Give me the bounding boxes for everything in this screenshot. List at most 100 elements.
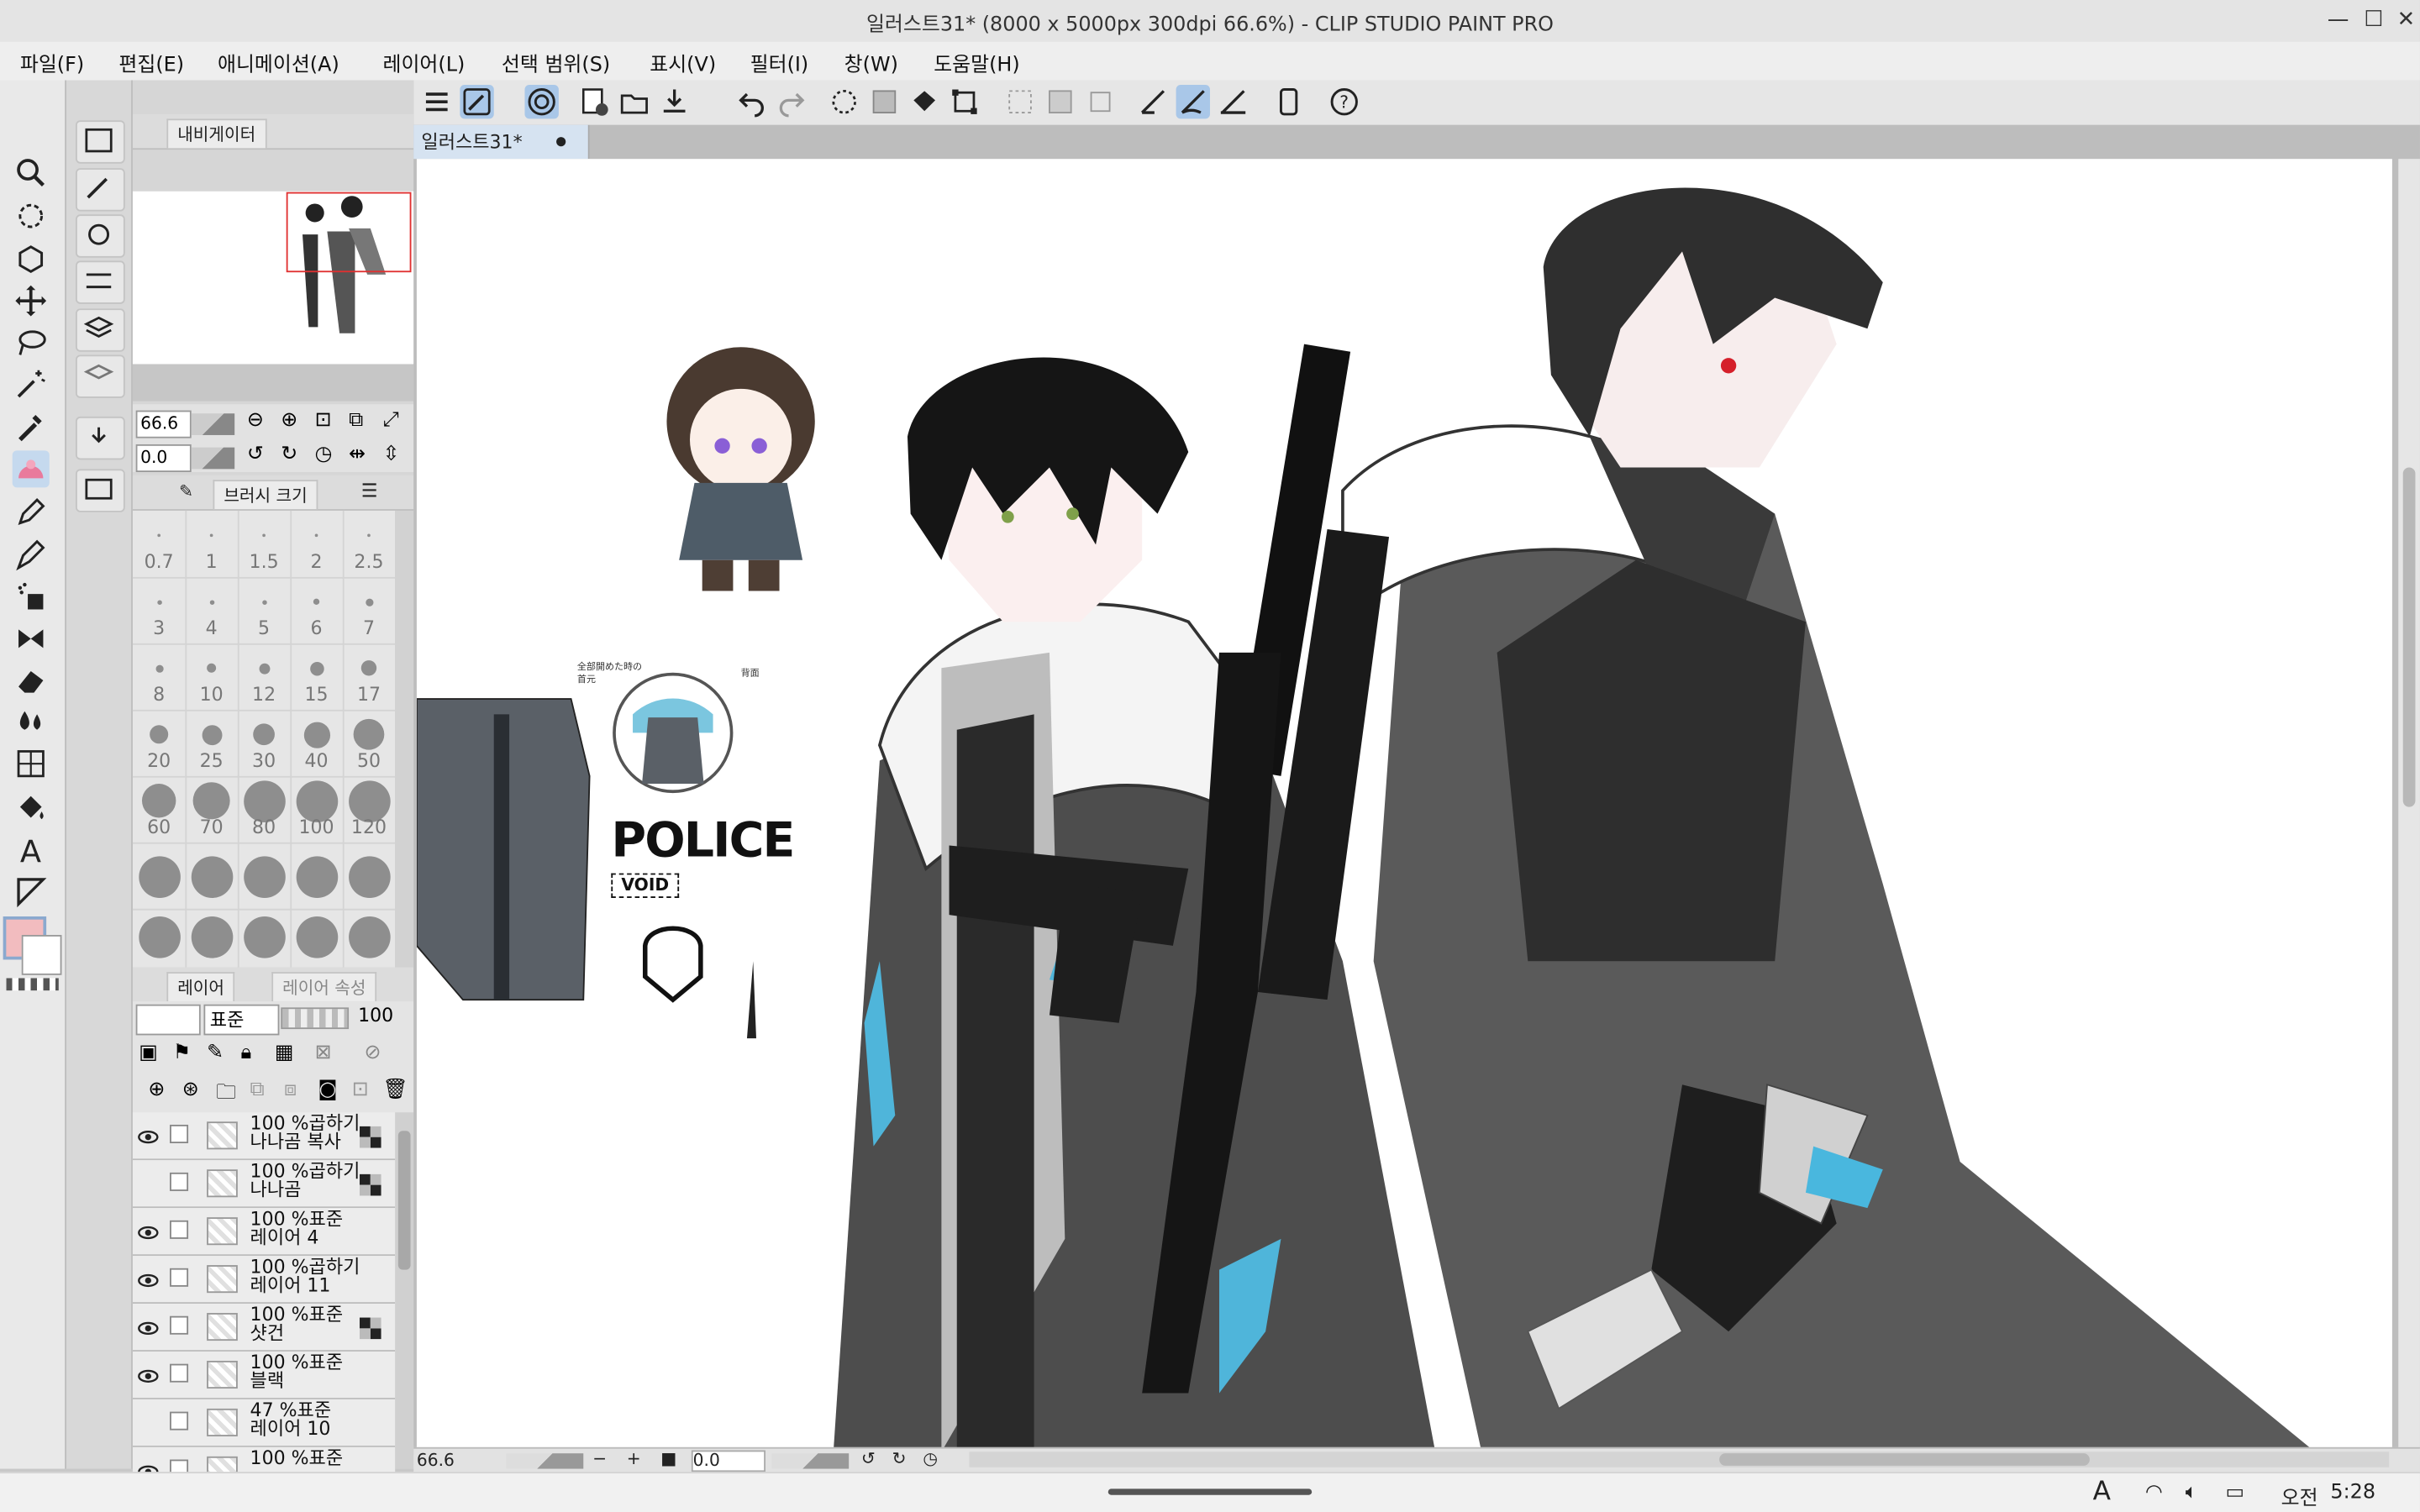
- volume-icon[interactable]: 🔈︎: [2186, 1481, 2197, 1504]
- brush-size-cell[interactable]: 8: [132, 643, 187, 711]
- layer-color-dropdown[interactable]: [135, 1004, 201, 1036]
- eye-icon[interactable]: [137, 1268, 159, 1290]
- device-icon[interactable]: [1271, 85, 1305, 118]
- layer-mask-icon[interactable]: [359, 1316, 381, 1340]
- brush-size-cell[interactable]: 6: [290, 576, 345, 645]
- brush-size-cell[interactable]: 20: [132, 709, 187, 778]
- layer-toggle-icon[interactable]: [75, 308, 125, 352]
- menu-view[interactable]: 표시(V): [650, 48, 716, 77]
- transparent-color-swatch[interactable]: [6, 978, 59, 991]
- layer-mask-icon[interactable]: [359, 1173, 381, 1196]
- brush-size-cell[interactable]: [185, 908, 239, 969]
- layer-property-toggle-icon[interactable]: [75, 354, 125, 398]
- layer-list-scrollbar[interactable]: [395, 1112, 414, 1469]
- brush-size-tab[interactable]: 브러시 크기: [213, 480, 318, 510]
- status-zoom-value[interactable]: 66.6: [417, 1450, 455, 1470]
- brush-size-cell[interactable]: 12: [237, 643, 292, 711]
- snap-ruler-icon[interactable]: [1136, 85, 1170, 118]
- new-vector-layer-icon[interactable]: ⊛: [182, 1079, 199, 1102]
- 3d-object-tool-icon[interactable]: [13, 241, 50, 278]
- status-zoom-out-icon[interactable]: −: [592, 1449, 607, 1469]
- new-raster-layer-icon[interactable]: ⊕: [148, 1079, 165, 1102]
- brush-size-cell[interactable]: 25: [185, 709, 239, 778]
- zoom-value-field[interactable]: 66.6: [135, 410, 192, 438]
- sub-tool-tab-icon[interactable]: ✎: [179, 481, 193, 501]
- flip-vertical-icon[interactable]: ⇳: [383, 443, 400, 466]
- pencil-tool-icon[interactable]: [13, 537, 50, 574]
- hamburger-menu-icon[interactable]: [420, 85, 454, 118]
- brush-size-scrollbar[interactable]: [395, 510, 414, 968]
- brush-size-cell[interactable]: 15: [290, 643, 345, 711]
- eye-icon[interactable]: [137, 1316, 159, 1338]
- blend-mode-select[interactable]: 표준: [203, 1004, 280, 1036]
- brush-size-cell[interactable]: 80: [237, 775, 292, 844]
- layer-select-checkbox[interactable]: [170, 1172, 189, 1191]
- pen-tool-icon[interactable]: [13, 494, 50, 531]
- status-zoom-slider[interactable]: [506, 1453, 584, 1469]
- rotate-value-field[interactable]: 0.0: [135, 444, 192, 473]
- layer-property-tab[interactable]: 레이어 속성: [271, 972, 377, 1002]
- layer-row[interactable]: 100 %곱하기 나나곰: [132, 1160, 396, 1209]
- menu-layer[interactable]: 레이어(L): [383, 48, 466, 77]
- lock-layer-icon[interactable]: 🔒︎: [241, 1042, 252, 1065]
- canvas-horizontal-scrollbar[interactable]: [969, 1452, 2390, 1467]
- actual-size-icon[interactable]: ⊡: [315, 409, 332, 433]
- fit-window-icon[interactable]: ⤢: [383, 409, 399, 433]
- brush-size-cell[interactable]: 120: [342, 775, 397, 844]
- transfer-down-icon[interactable]: ⧉: [250, 1079, 265, 1102]
- status-rotate-left-icon[interactable]: ↺: [861, 1449, 876, 1469]
- brush-size-cell[interactable]: 10: [185, 643, 239, 711]
- layer-select-checkbox[interactable]: [170, 1268, 189, 1287]
- navigator-preview[interactable]: [132, 191, 414, 365]
- eye-icon[interactable]: [137, 1125, 159, 1147]
- timeline-toggle-icon[interactable]: [75, 469, 125, 512]
- sub-color-swatch[interactable]: [21, 935, 62, 975]
- open-folder-icon[interactable]: [618, 85, 651, 118]
- reset-rotation-icon[interactable]: ◷: [315, 443, 333, 466]
- lock-transparency-icon[interactable]: ▦: [275, 1042, 294, 1065]
- flip-horizontal-icon[interactable]: ⇹: [349, 443, 366, 466]
- layer-select-checkbox[interactable]: [170, 1220, 189, 1239]
- close-button[interactable]: ✕: [2391, 5, 2420, 36]
- brush-size-cell[interactable]: 2.5: [342, 510, 397, 579]
- layer-row[interactable]: 100 %곱하기 나나곰 복사: [132, 1112, 396, 1161]
- save-icon[interactable]: [657, 85, 691, 118]
- brush-size-cell[interactable]: 0.7: [132, 510, 187, 579]
- brush-size-cell[interactable]: [237, 842, 292, 911]
- eye-hidden-icon[interactable]: [137, 1412, 159, 1434]
- opacity-value[interactable]: 100: [358, 1005, 393, 1026]
- merge-down-icon[interactable]: ⧈: [284, 1079, 297, 1102]
- rotate-slider[interactable]: [191, 447, 235, 470]
- decoration-ribbon-icon[interactable]: [13, 620, 50, 657]
- status-rotation-slider[interactable]: [771, 1453, 850, 1469]
- brush-size-cell[interactable]: [290, 908, 345, 969]
- fill-icon[interactable]: [908, 85, 941, 118]
- deselect-icon[interactable]: [1003, 85, 1037, 118]
- zoom-tool-icon[interactable]: [13, 155, 50, 192]
- snap-special-ruler-icon[interactable]: [1176, 85, 1210, 119]
- document-tab[interactable]: 일러스트31* ●: [413, 124, 590, 160]
- navigator-tab[interactable]: 내비게이터: [166, 118, 267, 149]
- menu-window[interactable]: 창(W): [844, 48, 898, 77]
- create-mask-icon[interactable]: ◙: [318, 1079, 337, 1102]
- tool-property-tab-icon[interactable]: ☰: [361, 480, 378, 501]
- layer-select-checkbox[interactable]: [170, 1315, 189, 1335]
- status-reset-rotation-icon[interactable]: ◷: [923, 1449, 938, 1469]
- rotate-right-icon[interactable]: ↻: [281, 443, 297, 466]
- rotate-left-icon[interactable]: ↺: [247, 443, 264, 466]
- move-tool-icon[interactable]: [13, 282, 50, 319]
- brush-size-cell[interactable]: 50: [342, 709, 397, 778]
- fit-canvas-icon[interactable]: ⧉: [349, 409, 363, 433]
- layer-tab[interactable]: 레이어: [166, 972, 235, 1002]
- layer-row[interactable]: 100 %표준 레이어 4: [132, 1208, 396, 1257]
- mask-enable-icon[interactable]: ⊠: [315, 1042, 332, 1065]
- brush-size-cell[interactable]: 3: [132, 576, 187, 645]
- status-rotation-value[interactable]: 0.0: [691, 1450, 766, 1473]
- layer-row[interactable]: 100 %표준 블랙: [132, 1351, 396, 1399]
- clear-outside-icon[interactable]: [867, 85, 901, 118]
- menu-file[interactable]: 파일(F): [20, 48, 84, 77]
- redo-icon[interactable]: [775, 85, 808, 118]
- layer-row[interactable]: 100 %곱하기 레이어 11: [132, 1256, 396, 1305]
- transform-icon[interactable]: [948, 85, 981, 118]
- status-rotate-right-icon[interactable]: ↻: [892, 1449, 907, 1469]
